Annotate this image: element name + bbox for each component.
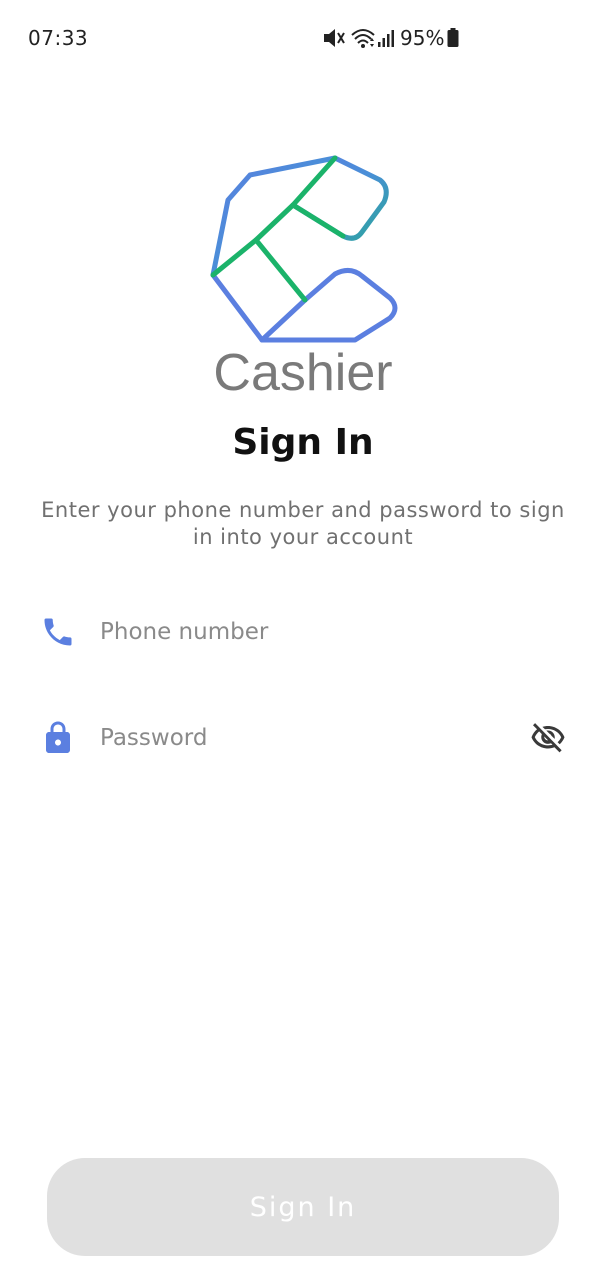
- page-subtitle: Enter your phone number and password to …: [41, 498, 565, 549]
- status-time: 07:33: [28, 26, 89, 50]
- page-title: Sign In: [232, 422, 374, 463]
- wifi-icon: [351, 29, 375, 48]
- sign-in-button[interactable]: Sign In: [47, 1158, 559, 1256]
- cashier-logo-icon: [210, 155, 398, 343]
- phone-icon: [44, 618, 72, 646]
- battery-icon: [447, 28, 459, 47]
- password-field[interactable]: [40, 708, 570, 768]
- brand-name: Cashier: [213, 344, 393, 402]
- phone-field[interactable]: [40, 602, 570, 662]
- phone-input[interactable]: [100, 608, 520, 656]
- eye-off-icon[interactable]: [530, 720, 566, 756]
- mute-icon: [324, 29, 345, 47]
- battery-percent: 95%: [400, 26, 445, 50]
- signal-icon: [378, 30, 394, 47]
- password-input[interactable]: [100, 714, 520, 762]
- status-bar: 07:33 95%: [0, 0, 606, 76]
- lock-icon: [46, 721, 70, 753]
